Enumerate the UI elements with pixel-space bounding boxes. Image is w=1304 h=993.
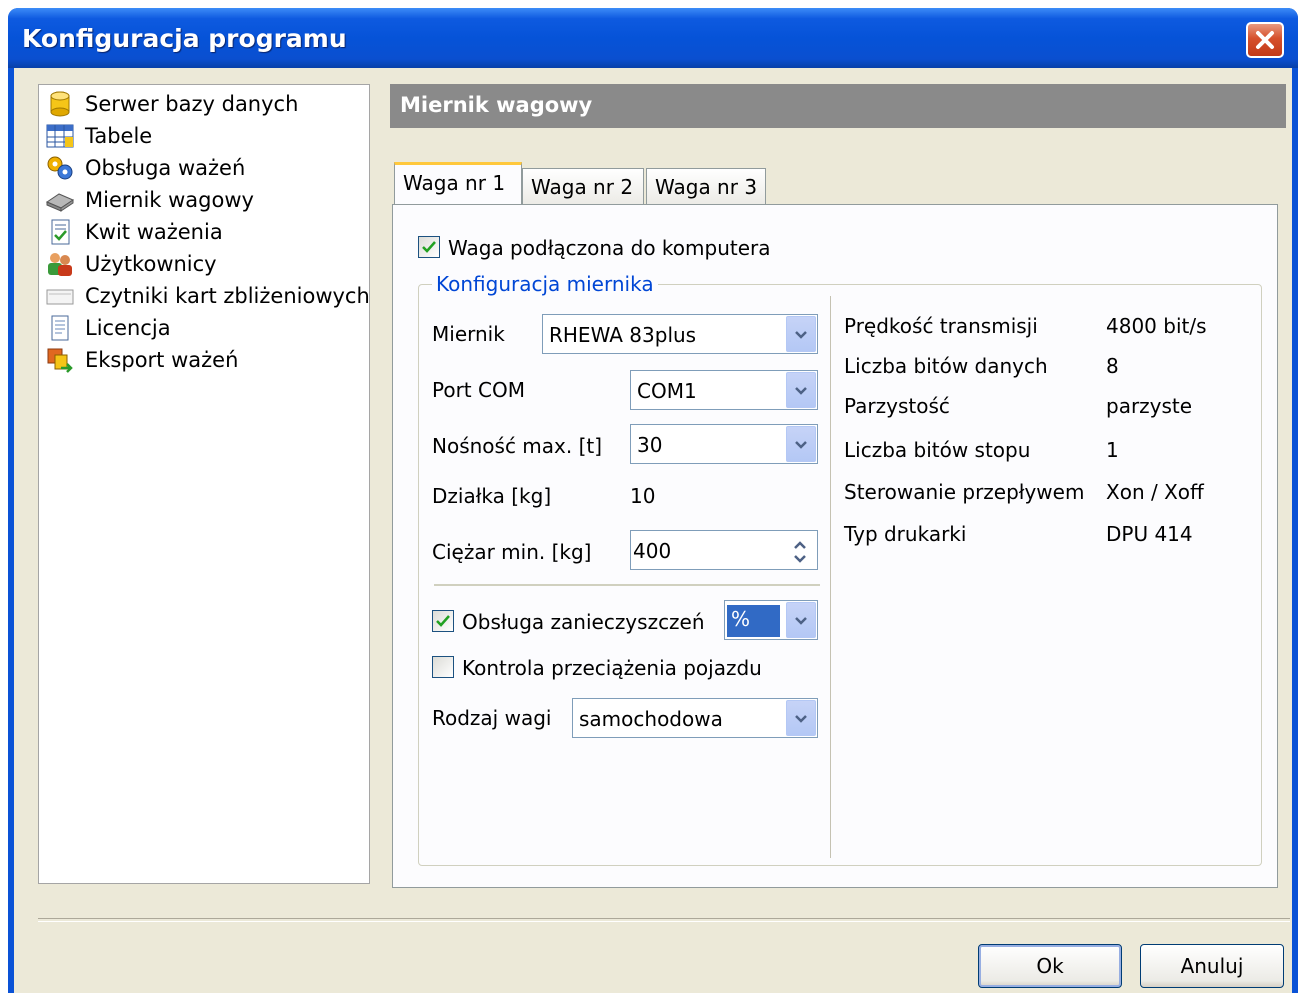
param-label: Typ drukarki — [844, 522, 967, 546]
overload-label: Kontrola przeciążenia pojazdu — [462, 656, 762, 680]
port-value: COM1 — [637, 379, 697, 403]
overload-checkbox[interactable] — [432, 656, 454, 678]
chevron-down-icon — [795, 331, 807, 339]
checkmark-icon — [422, 241, 436, 253]
param-value: Xon / Xoff — [1106, 480, 1204, 504]
spinner-arrows-icon — [794, 541, 806, 563]
column-divider — [830, 296, 831, 858]
param-label: Liczba bitów stopu — [844, 438, 1031, 462]
param-label: Liczba bitów danych — [844, 354, 1048, 378]
sidebar-item-database-server[interactable]: Serwer bazy danych — [45, 89, 298, 119]
impurities-label: Obsługa zanieczyszczeń — [462, 610, 705, 634]
min-weight-spinner[interactable]: 400 — [630, 530, 818, 570]
close-button[interactable] — [1246, 22, 1284, 58]
scale-type-label: Rodzaj wagi — [432, 706, 552, 730]
scale-icon — [45, 186, 77, 214]
dropdown-button[interactable] — [786, 700, 816, 736]
scale-connected-checkbox[interactable] — [418, 236, 440, 258]
param-value: 8 — [1106, 354, 1119, 378]
close-icon — [1256, 31, 1274, 49]
meter-config-group — [418, 284, 1262, 866]
dropdown-button[interactable] — [786, 372, 816, 408]
sidebar-item-users[interactable]: Użytkownicy — [45, 249, 217, 279]
scale-type-value: samochodowa — [579, 707, 723, 731]
meter-label: Miernik — [432, 322, 505, 346]
card-reader-icon — [45, 282, 77, 310]
sidebar-item-label: Tabele — [85, 124, 153, 148]
sidebar-item-license[interactable]: Licencja — [45, 313, 171, 343]
capacity-value: 30 — [637, 433, 663, 457]
sidebar-item-label: Licencja — [85, 316, 171, 340]
param-value: 4800 bit/s — [1106, 314, 1207, 338]
min-weight-value: 400 — [633, 539, 672, 563]
dialog-client-area: Serwer bazy danych Tabele Obsługa ważeń … — [14, 68, 1292, 993]
cancel-button[interactable]: Anuluj — [1140, 944, 1284, 988]
port-select[interactable]: COM1 — [630, 370, 818, 410]
table-icon — [45, 122, 77, 150]
config-window: Konfiguracja programu Serwer bazy danych… — [8, 8, 1298, 993]
impurities-checkbox[interactable] — [432, 610, 454, 632]
ok-button[interactable]: Ok — [978, 944, 1122, 988]
scale-type-select[interactable]: samochodowa — [572, 698, 818, 738]
group-label: Konfiguracja miernika — [432, 272, 658, 296]
gears-icon — [45, 154, 77, 182]
impurities-unit-value: % — [727, 605, 781, 637]
sidebar-item-label: Obsługa ważeń — [85, 156, 246, 180]
param-value: parzyste — [1106, 394, 1193, 418]
sidebar-item-label: Serwer bazy danych — [85, 92, 299, 116]
divider — [434, 584, 820, 586]
sidebar-item-label: Użytkownicy — [85, 252, 217, 276]
panel-header: Miernik wagowy — [390, 84, 1286, 128]
sidebar-item-weighing-receipt[interactable]: Kwit ważenia — [45, 217, 223, 247]
settings-tree: Serwer bazy danych Tabele Obsługa ważeń … — [38, 84, 370, 884]
chevron-down-icon — [795, 441, 807, 449]
sidebar-item-tables[interactable]: Tabele — [45, 121, 152, 151]
meter-select[interactable]: RHEWA 83plus — [542, 314, 818, 354]
bottom-separator — [38, 918, 1290, 922]
dropdown-button[interactable] — [786, 316, 816, 352]
meter-value: RHEWA 83plus — [549, 323, 697, 347]
param-value: DPU 414 — [1106, 522, 1193, 546]
dropdown-button[interactable] — [786, 426, 816, 462]
receipt-icon — [45, 218, 77, 246]
spinner-buttons[interactable] — [786, 532, 816, 568]
scale-connected-label: Waga podłączona do komputera — [448, 236, 771, 260]
sidebar-item-export[interactable]: Eksport ważeń — [45, 345, 238, 375]
param-value: 1 — [1106, 438, 1119, 462]
port-label: Port COM — [432, 378, 525, 402]
users-icon — [45, 250, 77, 278]
param-label: Prędkość transmisji — [844, 314, 1038, 338]
chevron-down-icon — [795, 617, 807, 625]
sidebar-item-label: Kwit ważenia — [85, 220, 223, 244]
capacity-label: Nośność max. [t] — [432, 434, 603, 458]
window-title: Konfiguracja programu — [22, 24, 347, 53]
tab-scale-3[interactable]: Waga nr 3 — [646, 168, 766, 204]
title-bar[interactable]: Konfiguracja programu — [8, 8, 1298, 68]
tab-scale-1[interactable]: Waga nr 1 — [394, 162, 522, 204]
panel-title: Miernik wagowy — [400, 93, 593, 117]
license-icon — [45, 314, 77, 342]
division-value: 10 — [630, 484, 656, 508]
database-icon — [45, 90, 77, 118]
sidebar-item-scale-meter[interactable]: Miernik wagowy — [45, 185, 254, 215]
sidebar-item-label: Miernik wagowy — [85, 188, 254, 212]
tab-scale-2[interactable]: Waga nr 2 — [522, 168, 644, 204]
dropdown-button[interactable] — [786, 602, 816, 638]
param-label: Parzystość — [844, 394, 950, 418]
capacity-select[interactable]: 30 — [630, 424, 818, 464]
sidebar-item-label: Czytniki kart zbliżeniowych — [85, 284, 370, 308]
sidebar-item-weighing-handling[interactable]: Obsługa ważeń — [45, 153, 245, 183]
division-label: Działka [kg] — [432, 484, 552, 508]
param-label: Sterowanie przepływem — [844, 480, 1085, 504]
sidebar-item-label: Eksport ważeń — [85, 348, 239, 372]
checkmark-icon — [436, 615, 450, 627]
impurities-unit-select[interactable]: % — [724, 600, 818, 640]
min-weight-label: Ciężar min. [kg] — [432, 540, 592, 564]
export-icon — [45, 346, 77, 374]
chevron-down-icon — [795, 715, 807, 723]
chevron-down-icon — [795, 387, 807, 395]
sidebar-item-card-readers[interactable]: Czytniki kart zbliżeniowych — [45, 281, 370, 311]
